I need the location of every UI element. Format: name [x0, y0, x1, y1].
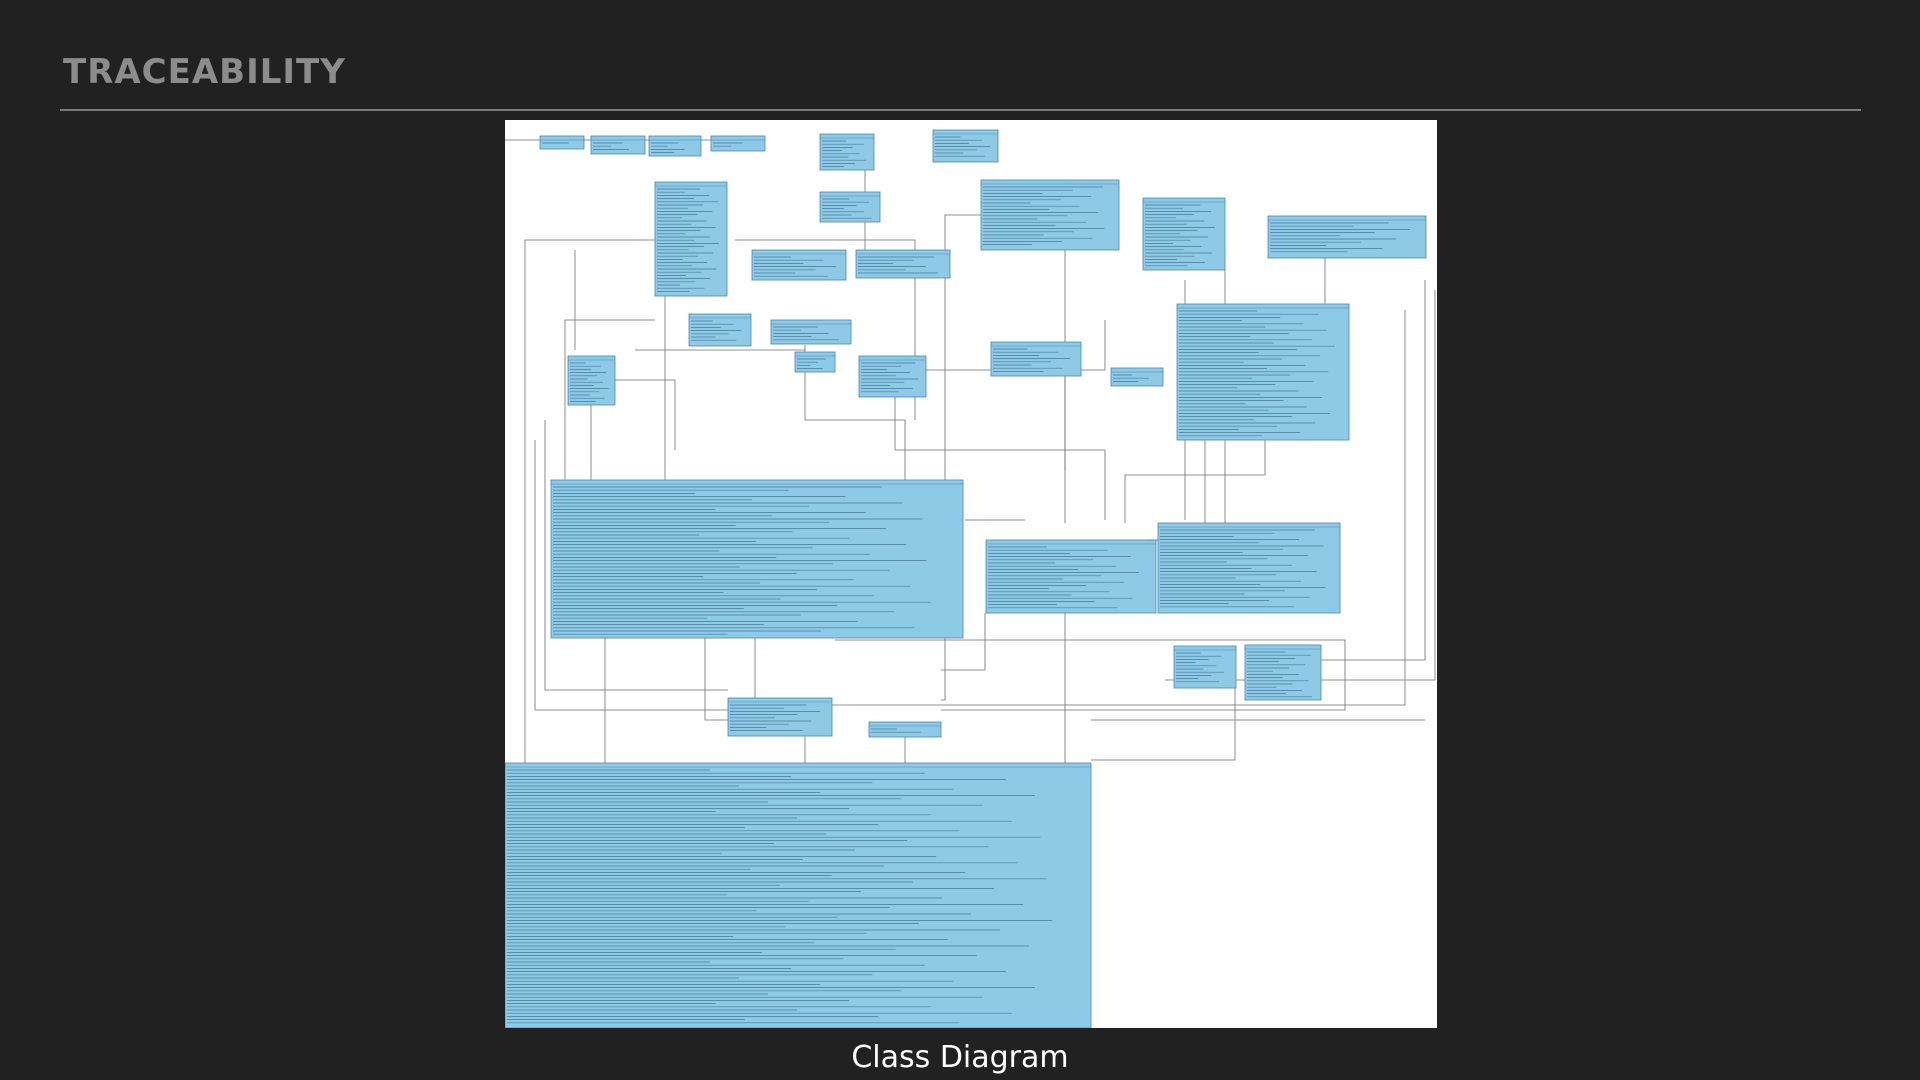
class-box	[648, 135, 702, 157]
association-line	[1091, 688, 1236, 761]
class-box	[868, 721, 942, 738]
association-line	[704, 638, 728, 721]
class-box	[567, 355, 616, 406]
class-box	[855, 249, 951, 279]
class-box	[1176, 303, 1350, 441]
class-boxes	[505, 129, 1427, 1028]
class-box	[770, 319, 852, 345]
class-box	[1142, 197, 1226, 271]
class-box	[727, 697, 833, 737]
class-diagram-svg	[505, 129, 1436, 1028]
class-box	[819, 133, 875, 171]
class-box	[1110, 367, 1164, 387]
class-box	[794, 351, 836, 373]
class-box	[688, 313, 752, 347]
association-line	[1124, 440, 1266, 523]
class-box	[1244, 644, 1322, 701]
class-box	[985, 539, 1157, 614]
class-box	[751, 249, 847, 281]
slide-title: TRACEABILITY	[63, 52, 346, 92]
class-box	[550, 479, 964, 639]
class-box	[858, 355, 927, 398]
class-box	[539, 135, 585, 150]
association-line	[615, 379, 676, 450]
class-box	[1173, 645, 1237, 689]
class-box	[819, 191, 881, 223]
class-box	[980, 179, 1120, 251]
class-box	[1267, 215, 1427, 259]
class-diagram-image	[505, 120, 1437, 1028]
class-box	[590, 135, 646, 155]
class-box	[990, 341, 1082, 377]
diagram-caption: Class Diagram	[851, 1040, 1069, 1075]
class-box	[710, 135, 766, 152]
class-box	[1157, 522, 1341, 614]
class-box	[932, 129, 999, 163]
class-box	[654, 181, 728, 297]
class-box	[505, 762, 1092, 1028]
title-divider	[60, 109, 1861, 111]
